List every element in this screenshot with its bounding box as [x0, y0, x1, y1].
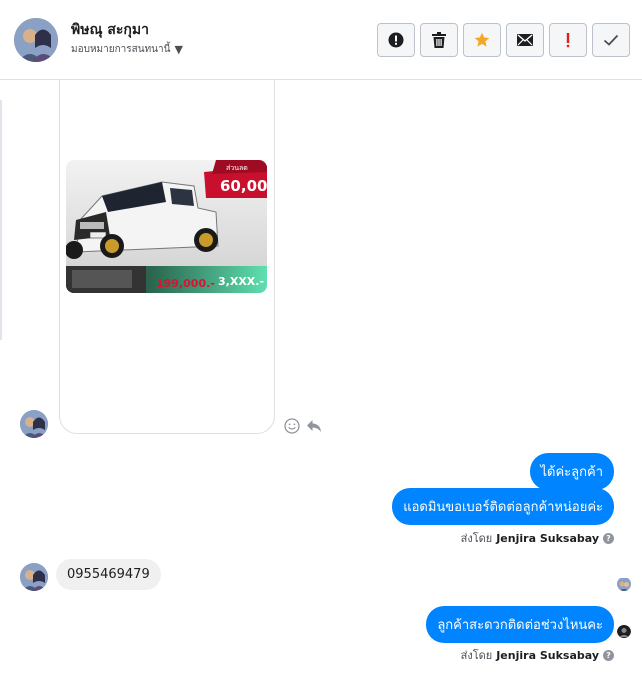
- help-icon[interactable]: ?: [603, 532, 614, 544]
- reply-icon[interactable]: [306, 418, 322, 434]
- star-icon: [474, 32, 490, 47]
- sent-by-name[interactable]: Jenjira Suksabay: [496, 649, 599, 662]
- conversation-toolbar: [377, 23, 630, 57]
- sent-by-prefix: ส่งโดย: [460, 649, 493, 662]
- conversation-header: พิษณุ สะกุมา มอบหมายการสนทนานี้ ▼: [0, 0, 642, 80]
- message-bubble-in[interactable]: 0955469479: [56, 559, 161, 590]
- message-bubble-out[interactable]: แอดมินขอเบอร์ติดต่อลูกค้าหน่อยค่ะ: [392, 488, 614, 525]
- seen-avatar: [617, 624, 631, 638]
- message-actions: [284, 418, 322, 434]
- mark-spam-button[interactable]: [377, 23, 415, 57]
- assign-label: มอบหมายการสนทนานี้: [71, 44, 171, 55]
- star-button[interactable]: [463, 23, 501, 57]
- scroll-edge: [0, 100, 2, 340]
- help-icon[interactable]: ?: [603, 649, 614, 661]
- follow-up-button[interactable]: [549, 23, 587, 57]
- ad-price-down: 3,XXX.-: [218, 275, 264, 288]
- trash-icon: [432, 32, 446, 48]
- sent-by-name[interactable]: Jenjira Suksabay: [496, 532, 599, 545]
- contact-avatar[interactable]: [14, 18, 58, 62]
- smiley-icon[interactable]: [284, 418, 300, 434]
- message-bubble-out[interactable]: ลูกค้าสะดวกติดต่อช่วงไหนคะ: [426, 606, 614, 643]
- mark-done-button[interactable]: [592, 23, 630, 57]
- exclamation-icon: [566, 33, 570, 48]
- ad-price-tag: 60,000: [220, 177, 267, 195]
- sent-by-prefix: ส่งโดย: [460, 532, 493, 545]
- ad-price-old: 199,000.-: [156, 277, 215, 290]
- checkmark-icon: [603, 34, 619, 46]
- delete-button[interactable]: [420, 23, 458, 57]
- sent-by-label: ส่งโดย Jenjira Suksabay ?: [461, 646, 614, 664]
- assign-conversation-dropdown[interactable]: มอบหมายการสนทนานี้ ▼: [71, 42, 183, 57]
- ad-headline: ส่วนลด: [226, 164, 248, 172]
- caret-down-icon: ▼: [174, 43, 183, 56]
- alert-circle-icon: [388, 32, 404, 48]
- contact-name[interactable]: พิษณุ สะกุมา: [71, 19, 149, 41]
- envelope-icon: [517, 34, 533, 46]
- sender-avatar[interactable]: [20, 410, 48, 438]
- car-ad-image[interactable]: ส่วนลด 60,000 199,000.- 3,XXX.-: [66, 160, 267, 293]
- message-bubble-out[interactable]: ได้ค่ะลูกค้า: [529, 453, 614, 490]
- sent-by-label: ส่งโดย Jenjira Suksabay ?: [461, 529, 614, 547]
- mark-unread-button[interactable]: [506, 23, 544, 57]
- seen-avatar: [617, 577, 631, 591]
- sender-avatar[interactable]: [20, 563, 48, 591]
